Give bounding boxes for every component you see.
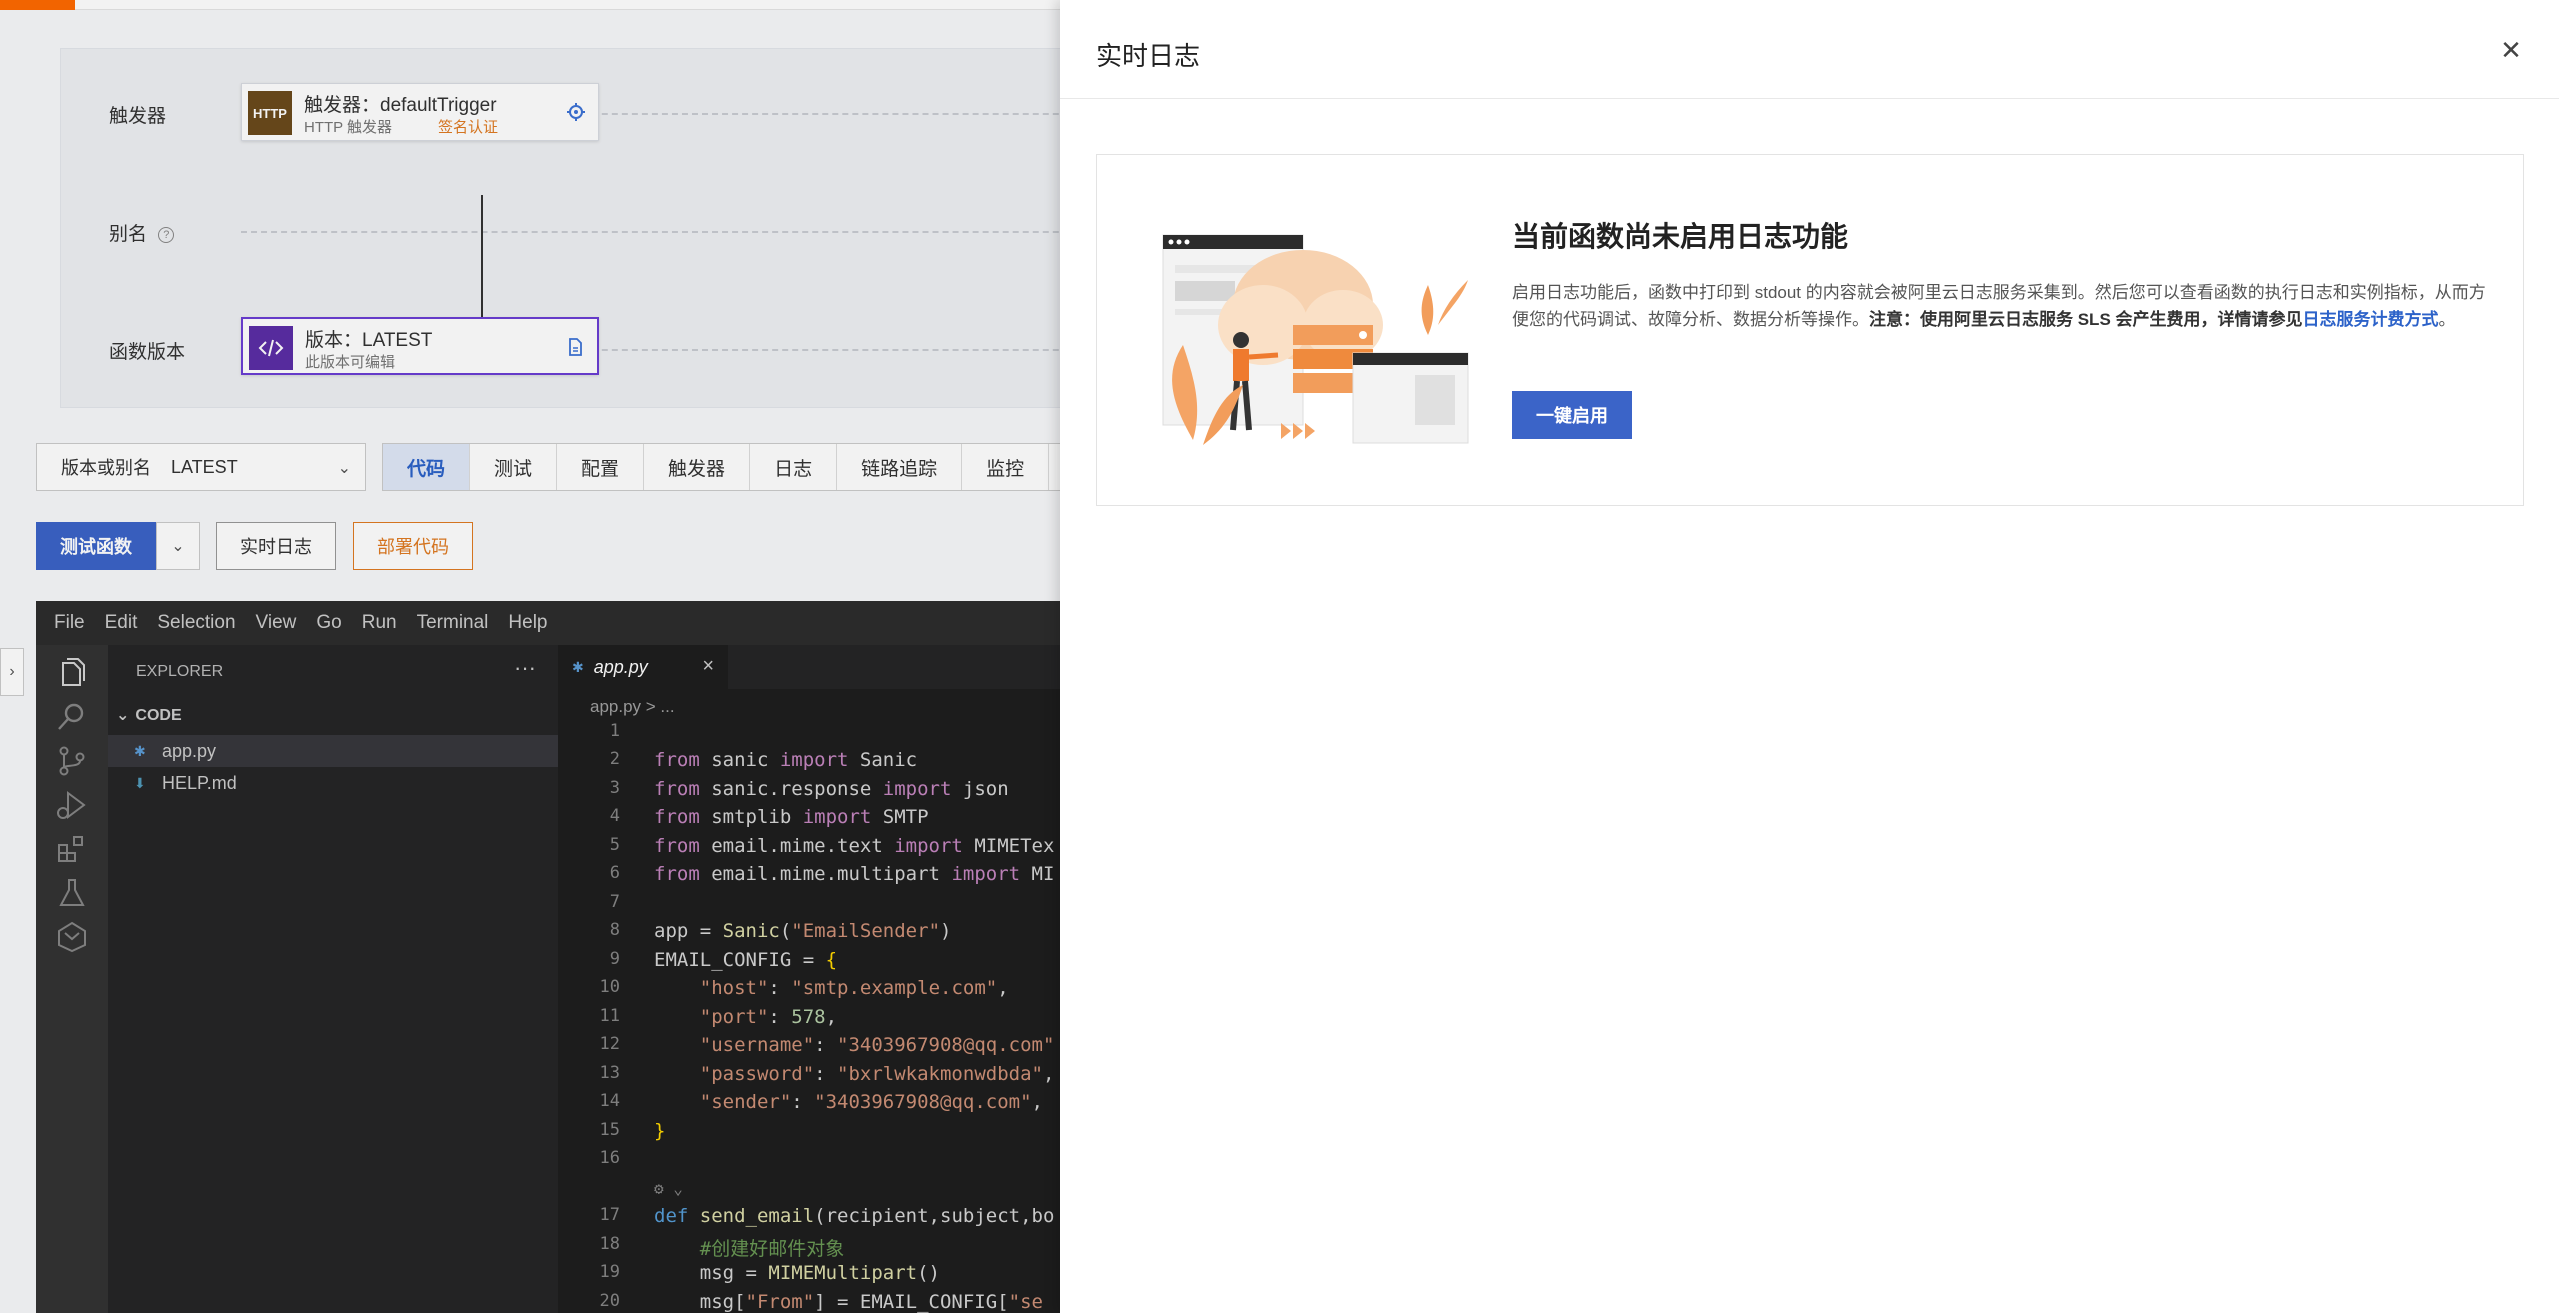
close-icon[interactable]: ✕ xyxy=(2499,37,2523,63)
log-disabled-title: 当前函数尚未启用日志功能 xyxy=(1512,221,1849,252)
drawer-backdrop[interactable] xyxy=(0,0,1060,1313)
log-disabled-card: 当前函数尚未启用日志功能 启用日志功能后，函数中打印到 stdout 的内容就会… xyxy=(1096,154,2524,506)
log-billing-link[interactable]: 日志服务计费方式 xyxy=(2303,310,2439,329)
realtime-log-drawer: 实时日志 ✕ 当前函数尚未启用日志功能 启用日志功能后，函数中打印到 stdou… xyxy=(1060,0,2559,1313)
drawer-divider xyxy=(1060,98,2559,99)
log-illustration xyxy=(1153,225,1473,465)
log-disabled-description: 启用日志功能后，函数中打印到 stdout 的内容就会被阿里云日志服务采集到。然… xyxy=(1512,283,2486,329)
enable-logging-button[interactable]: 一键启用 xyxy=(1512,391,1632,439)
drawer-title: 实时日志 xyxy=(1096,41,1201,71)
